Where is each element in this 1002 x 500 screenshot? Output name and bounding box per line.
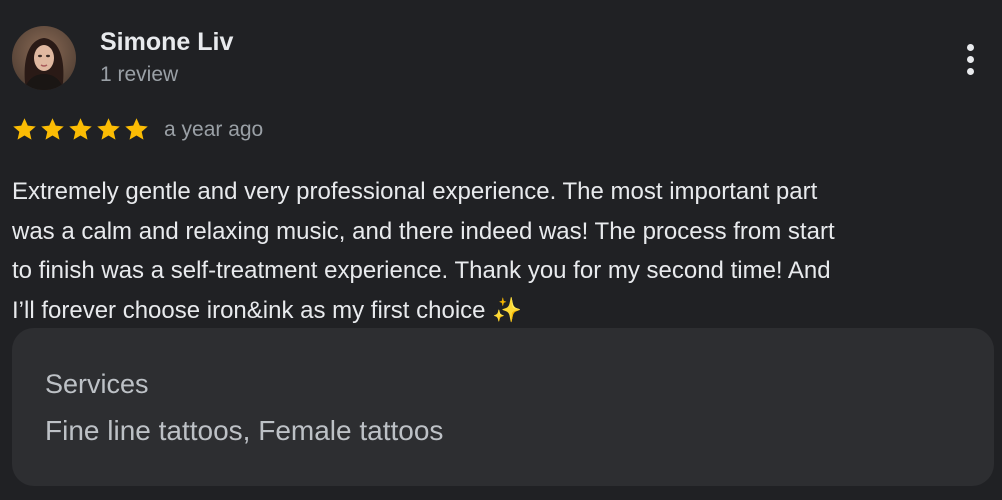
services-card: Services Fine line tattoos, Female tatto… <box>12 328 994 486</box>
star-icon <box>69 118 92 140</box>
review-time: a year ago <box>164 118 264 141</box>
review-text-line: I’ll forever choose iron&ink as my first… <box>12 296 523 324</box>
reviewer-avatar[interactable] <box>12 26 76 90</box>
review-text: Extremely gentle and very professional e… <box>12 172 992 330</box>
review-count: 1 review <box>100 63 179 86</box>
more-vert-icon <box>966 43 974 51</box>
review-text-line: Extremely gentle and very professional e… <box>12 178 818 205</box>
star-icon <box>125 118 148 140</box>
star-rating <box>11 116 150 143</box>
services-value: Fine line tattoos, Female tattoos <box>45 415 444 446</box>
more-vert-icon-dot <box>966 67 974 75</box>
review-text-line: to finish was a self-treatment experienc… <box>12 257 831 284</box>
star-icon <box>97 118 120 140</box>
profile-photo-icon <box>12 26 76 90</box>
star-icon <box>41 118 64 140</box>
star-icon <box>13 118 36 140</box>
reviewer-name[interactable]: Simone Liv <box>100 28 233 57</box>
more-vert-icon-dot <box>966 55 974 63</box>
more-options-button[interactable] <box>954 38 986 80</box>
review-text-line: was a calm and relaxing music, and there… <box>12 217 835 245</box>
services-title: Services <box>45 369 149 399</box>
